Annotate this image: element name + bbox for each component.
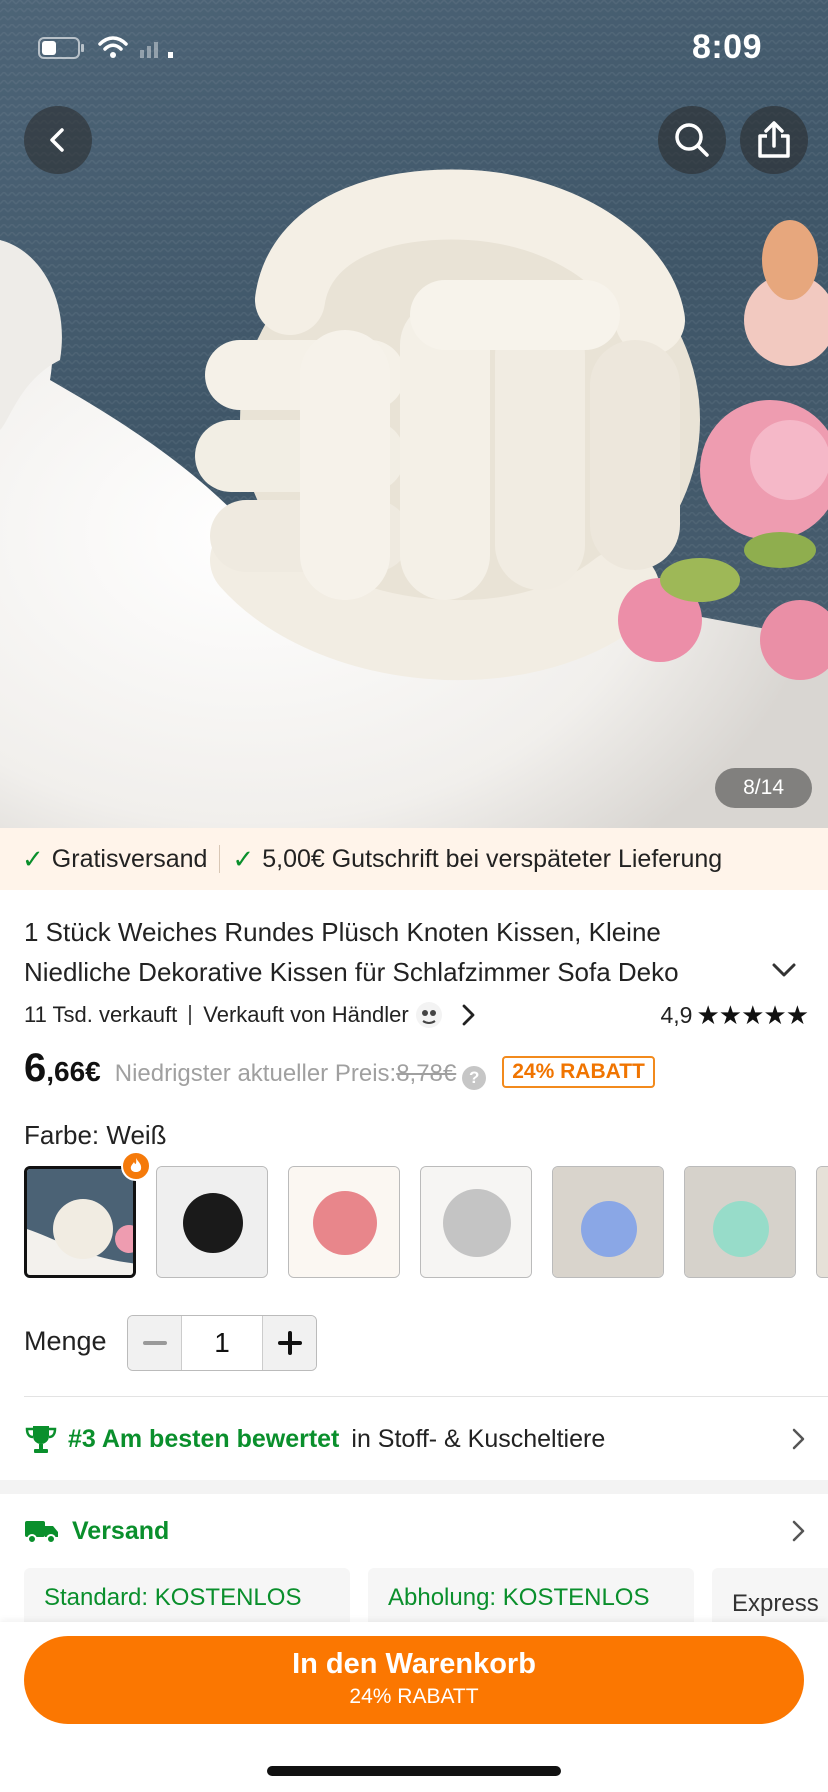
checkmark-icon: ✓ — [232, 843, 255, 874]
fire-icon — [121, 1151, 151, 1181]
product-meta: 11 Tsd. verkauft Verkauft von Händler 4,… — [24, 998, 809, 1032]
section-separator — [0, 1480, 828, 1494]
help-icon[interactable]: ? — [462, 1066, 487, 1090]
swatch-image — [289, 1167, 399, 1277]
status-icons — [38, 36, 178, 60]
status-time: 8:09 — [691, 28, 762, 66]
swatch-image — [27, 1169, 133, 1275]
color-swatch-black[interactable] — [156, 1166, 268, 1278]
seller-link[interactable]: Verkauft von Händler — [203, 1002, 408, 1028]
signal-icon — [140, 42, 173, 58]
free-shipping-label: Gratisversand — [51, 844, 208, 873]
shipping-option-pickup[interactable]: Abholung: KOSTENLOS — [368, 1568, 694, 1624]
shipping-section-header[interactable]: Versand — [24, 1506, 808, 1556]
color-swatch-blue[interactable] — [552, 1166, 664, 1278]
product-title: 1 Stück Weiches Rundes Plüsch Knoten Kis… — [24, 917, 679, 987]
chevron-right-icon — [792, 1520, 805, 1542]
quantity-value[interactable]: 1 — [182, 1316, 262, 1370]
trophy-icon — [25, 1426, 57, 1453]
lowest-price-label: Niedrigster aktueller Preis: — [114, 1060, 397, 1087]
seller-avatar — [415, 1002, 442, 1028]
wifi-icon — [98, 36, 128, 58]
divider — [219, 845, 221, 873]
color-swatch-white[interactable] — [24, 1166, 136, 1278]
share-button[interactable] — [740, 106, 808, 174]
swatch-image — [553, 1167, 663, 1277]
shipping-option-express[interactable]: Express — [712, 1568, 828, 1624]
color-swatch-pink[interactable] — [288, 1166, 400, 1278]
quantity-label: Menge — [24, 1326, 107, 1356]
chevron-down-icon[interactable] — [770, 960, 798, 980]
checkmark-icon: ✓ — [22, 843, 44, 874]
divider — [24, 1396, 828, 1397]
divider — [189, 1005, 192, 1025]
price-row: 6 ,66€ Niedrigster aktueller Preis: 8,78… — [24, 1046, 655, 1098]
sold-count: 11 Tsd. verkauft — [24, 1002, 178, 1027]
minus-icon — [142, 1341, 167, 1345]
color-swatches — [24, 1166, 828, 1280]
battery-icon — [38, 37, 84, 59]
discount-badge: 24% RABATT — [502, 1056, 655, 1088]
rating[interactable]: 4,9 ★★★★★ — [660, 999, 809, 1031]
shipping-banner[interactable]: ✓ Gratisversand ✓ 5,00€ Gutschrift bei v… — [0, 828, 828, 890]
search-icon — [675, 123, 709, 157]
search-button[interactable] — [658, 106, 726, 174]
ranking-category: in Stoff- & Kuscheltiere — [351, 1424, 606, 1453]
color-swatch-mint[interactable] — [684, 1166, 796, 1278]
rating-value: 4,9 — [660, 1001, 693, 1028]
decrement-button[interactable] — [128, 1316, 182, 1370]
shipping-option-standard[interactable]: Standard: KOSTENLOS — [24, 1568, 350, 1624]
add-to-cart-label: In den Warenkorb — [292, 1648, 536, 1680]
share-icon — [758, 121, 790, 158]
shipping-options: Standard: KOSTENLOS Abholung: KOSTENLOS … — [24, 1568, 828, 1624]
color-swatch-gray[interactable] — [420, 1166, 532, 1278]
truck-icon — [25, 1521, 58, 1544]
home-indicator — [267, 1766, 561, 1776]
ranking-row[interactable]: #3 Am besten bewertet in Stoff- & Kusche… — [24, 1414, 808, 1464]
increment-button[interactable] — [262, 1316, 316, 1370]
price-main: 6 — [24, 1046, 47, 1090]
swatch-image — [817, 1167, 828, 1277]
star-rating-icon: ★★★★★ — [696, 999, 809, 1030]
plus-icon — [277, 1331, 302, 1355]
product-image[interactable]: 8:09 8/14 — [0, 0, 828, 828]
swatch-image — [421, 1167, 531, 1277]
color-swatch-more[interactable] — [816, 1166, 828, 1278]
chevron-left-icon — [50, 128, 64, 152]
swatch-image — [685, 1167, 795, 1277]
chevron-right-icon — [792, 1428, 805, 1450]
price-decimals: ,66€ — [46, 1056, 101, 1087]
late-credit-label: 5,00€ Gutschrift bei verspäteter Lieferu… — [262, 844, 723, 873]
swatch-image — [157, 1167, 267, 1277]
shipping-title: Versand — [72, 1516, 170, 1545]
image-counter: 8/14 — [715, 768, 812, 808]
add-to-cart-button[interactable]: In den Warenkorb 24% RABATT — [24, 1636, 804, 1724]
back-button[interactable] — [24, 106, 92, 174]
add-to-cart-discount: 24% RABATT — [349, 1685, 479, 1708]
chevron-right-icon[interactable] — [459, 1002, 479, 1028]
quantity-stepper: 1 — [127, 1315, 317, 1371]
old-price: 8,78€ — [396, 1060, 457, 1087]
footer: In den Warenkorb 24% RABATT — [0, 1622, 828, 1792]
color-label: Farbe: Weiß — [24, 1120, 167, 1150]
ranking-title: #3 Am besten bewertet — [68, 1424, 340, 1453]
